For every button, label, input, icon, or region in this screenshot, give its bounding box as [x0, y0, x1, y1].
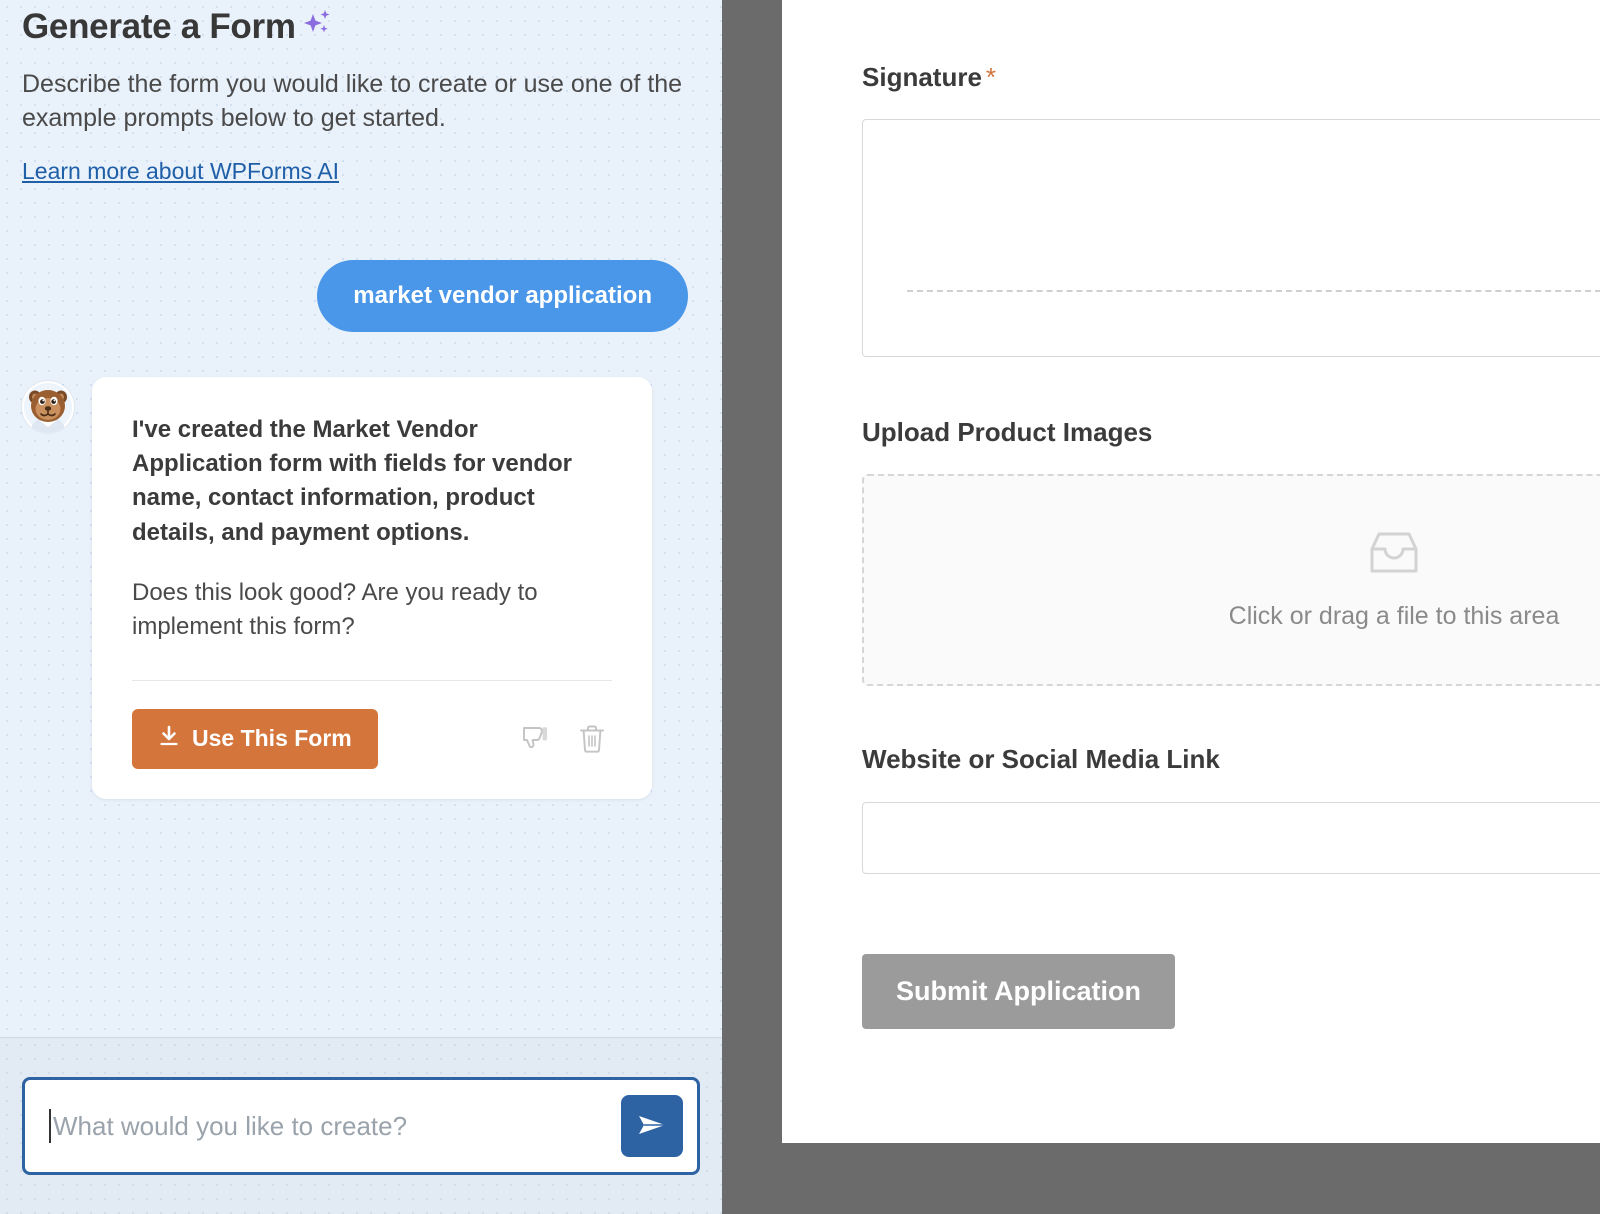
ai-generator-panel: Generate a Form Describe the form you wo… [0, 0, 722, 1214]
dropzone-text: Click or drag a file to this area [1228, 602, 1560, 631]
app-root: Signature * Upload Product Images Click … [0, 0, 1600, 1214]
page-description: Describe the form you would like to crea… [22, 70, 683, 132]
use-this-form-button[interactable]: Use This Form [132, 708, 378, 769]
assistant-message-row: I've created the Market Vendor Applicati… [22, 377, 700, 799]
send-paper-plane-icon [635, 1108, 669, 1145]
signature-line [907, 290, 1600, 293]
page-title: Generate a Form [22, 7, 296, 46]
sparkles-icon [300, 8, 334, 47]
learn-more-link[interactable]: Learn more about WPForms AI [22, 158, 339, 185]
field-label-upload: Upload Product Images [862, 417, 1153, 448]
wpforms-mascot-avatar [22, 381, 74, 434]
field-upload-product-images: Upload Product Images Click or drag a fi… [862, 417, 1600, 687]
page-title-row: Generate a Form [22, 6, 700, 48]
user-message-row: market vendor application [22, 259, 700, 333]
form-preview-panel: Signature * Upload Product Images Click … [782, 0, 1600, 1143]
field-website-or-social-media-link: Website or Social Media Link [862, 744, 1600, 874]
use-this-form-label: Use This Form [192, 725, 352, 752]
assistant-paragraph-secondary: Does this look good? Are you ready to im… [132, 578, 538, 640]
prompt-input-wrapper[interactable]: What would you like to create? [22, 1077, 700, 1175]
inbox-tray-icon [1366, 529, 1422, 582]
thumbs-down-icon[interactable] [520, 724, 550, 754]
trash-icon[interactable] [578, 724, 606, 754]
signature-canvas[interactable] [862, 119, 1600, 358]
field-label-text: Signature [862, 62, 982, 92]
field-label-signature: Signature * [862, 62, 1600, 93]
prompt-input-placeholder[interactable]: What would you like to create? [53, 1111, 621, 1142]
ai-conversation-scroll: Generate a Form Describe the form you wo… [0, 0, 722, 1037]
website-input[interactable] [862, 801, 1600, 874]
text-caret [49, 1109, 51, 1143]
field-signature: Signature * [862, 62, 1600, 358]
user-message-bubble: market vendor application [317, 259, 688, 333]
file-dropzone[interactable]: Click or drag a file to this area [862, 474, 1600, 687]
download-icon [158, 725, 180, 753]
card-divider [132, 679, 612, 681]
assistant-actions-row: Use This Form [132, 708, 612, 769]
assistant-message-card: I've created the Market Vendor Applicati… [92, 377, 652, 799]
required-marker: * [985, 62, 997, 92]
composer-bar: What would you like to create? [0, 1037, 722, 1214]
field-label-website: Website or Social Media Link [862, 744, 1220, 775]
send-button[interactable] [621, 1095, 683, 1157]
submit-application-button[interactable]: Submit Application [862, 953, 1175, 1029]
assistant-paragraph-primary: I've created the Market Vendor Applicati… [132, 416, 573, 546]
